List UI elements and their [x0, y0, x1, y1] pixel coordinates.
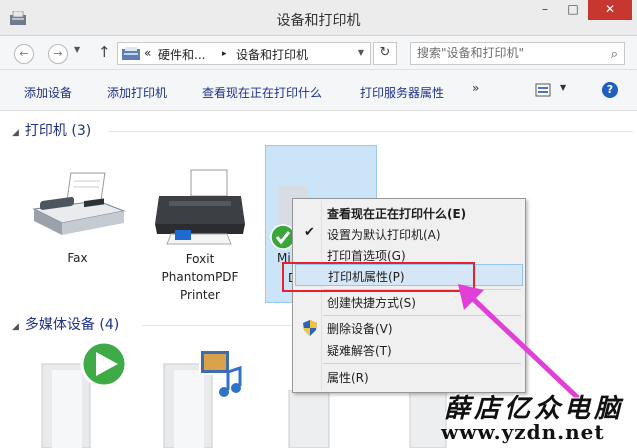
group-divider [142, 325, 292, 326]
menu-item-label: 创建快捷方式(S) [327, 296, 416, 310]
media-device-1[interactable] [32, 340, 132, 448]
foxit-printer-device[interactable]: Foxit PhantomPDF Printer [140, 168, 260, 305]
breadcrumb-hardware[interactable]: 硬件和... [158, 46, 205, 63]
media-server-icon [288, 389, 330, 448]
breadcrumb-separator[interactable]: ▸ [222, 49, 227, 59]
menu-item-label: 疑难解答(T) [327, 344, 392, 358]
search-icon[interactable]: ⌕ [611, 45, 618, 65]
device-label-foxit-line1: Foxit [185, 252, 215, 266]
device-label-foxit-line3: Printer [180, 288, 220, 302]
command-bar: 添加设备 添加打印机 查看现在正在打印什么 打印服务器属性 » ▼ ? [0, 70, 637, 111]
menu-item-see-whats-printing[interactable]: 查看现在正在打印什么(E) [295, 202, 523, 224]
title-bar: 设备和打印机 – □ ✕ [0, 0, 637, 36]
search-input[interactable]: 搜索"设备和打印机" ⌕ [410, 42, 625, 65]
shield-icon [303, 320, 317, 336]
printers-group-label: 打印机 (3) [24, 123, 92, 139]
view-dropdown-icon[interactable]: ▼ [560, 83, 566, 92]
menu-item-label: 属性(R) [327, 371, 369, 385]
fax-icon [31, 172, 126, 235]
add-device-button[interactable]: 添加设备 [24, 84, 72, 101]
add-printer-button[interactable]: 添加打印机 [107, 84, 167, 101]
address-bar: ← → ▼ ↑ « 硬件和... ▸ 设备和打印机 ▼ ↻ 搜索"设备和打印机"… [0, 36, 637, 70]
media-library-icon [163, 349, 242, 448]
group-divider [108, 131, 633, 132]
annotation-highlight-box [282, 262, 475, 292]
up-button[interactable]: ↑ [98, 43, 111, 61]
collapse-icon[interactable]: ◢ [12, 128, 19, 138]
device-label-fax: Fax [67, 251, 88, 265]
change-view-icon[interactable] [535, 83, 551, 97]
recent-locations-dropdown[interactable]: ▼ [74, 45, 80, 54]
see-whats-printing-button[interactable]: 查看现在正在打印什么 [202, 84, 322, 101]
printers-group-header[interactable]: ◢ 打印机 (3) [12, 120, 91, 140]
media-server-icon [41, 340, 128, 448]
menu-item-label: 删除设备(V) [327, 322, 393, 336]
maximize-button[interactable]: □ [560, 0, 586, 20]
menu-item-set-default-printer[interactable]: ✔ 设置为默认打印机(A) [295, 223, 523, 245]
media-device-2[interactable] [158, 340, 258, 448]
help-icon[interactable]: ? [602, 82, 618, 98]
breadcrumb-overflow[interactable]: « [144, 46, 151, 60]
collapse-icon[interactable]: ◢ [12, 322, 19, 332]
control-panel-icon [122, 47, 140, 60]
device-label-foxit-line2: PhantomPDF [161, 270, 239, 284]
multimedia-group-label: 多媒体设备 (4) [24, 317, 120, 333]
media-device-3[interactable] [285, 389, 335, 448]
minimize-button[interactable]: – [532, 0, 558, 20]
multimedia-group-header[interactable]: ◢ 多媒体设备 (4) [12, 314, 119, 334]
address-box[interactable]: « 硬件和... ▸ 设备和打印机 ▼ [117, 42, 371, 65]
print-server-properties-button[interactable]: 打印服务器属性 [360, 84, 444, 101]
close-button[interactable]: ✕ [588, 0, 632, 20]
address-dropdown[interactable]: ▼ [358, 48, 364, 57]
forward-button[interactable]: → [48, 44, 68, 64]
refresh-button[interactable]: ↻ [373, 42, 397, 65]
menu-item-label: 查看现在正在打印什么(E) [327, 207, 467, 221]
more-commands-button[interactable]: » [472, 81, 479, 95]
menu-item-label: 设置为默认打印机(A) [327, 228, 441, 242]
printer-icon [155, 169, 245, 245]
search-placeholder: 搜索"设备和打印机" [417, 46, 525, 60]
watermark-url: www.yzdn.net [441, 420, 605, 444]
check-icon: ✔ [304, 225, 315, 240]
breadcrumb-devices-printers[interactable]: 设备和打印机 [236, 46, 308, 63]
back-button[interactable]: ← [14, 44, 34, 64]
fax-device[interactable]: Fax [20, 165, 135, 268]
